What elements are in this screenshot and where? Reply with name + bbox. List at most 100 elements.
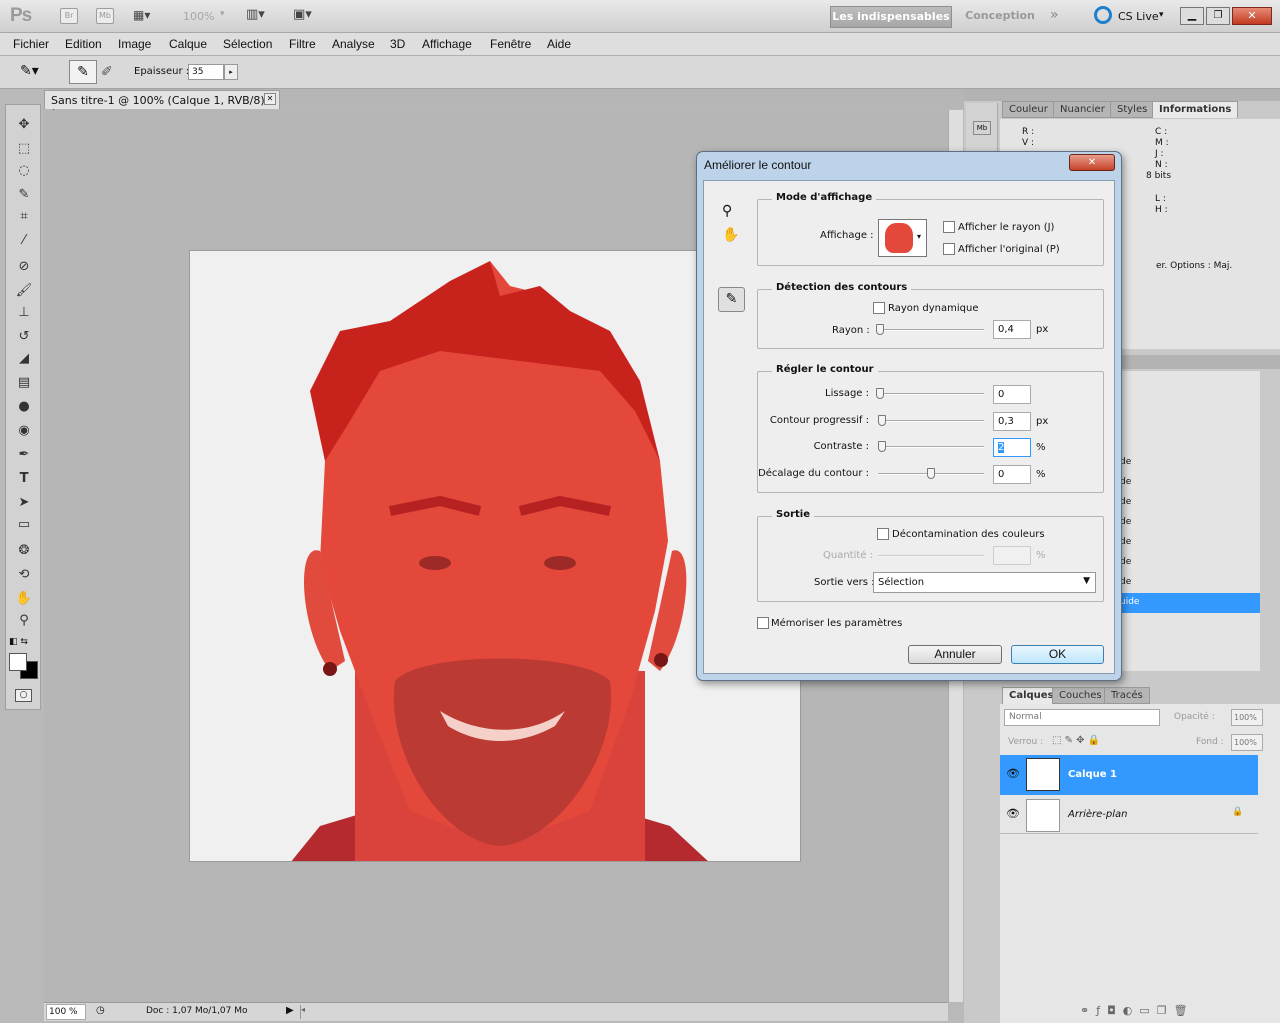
document-tab[interactable]: Sans titre-1 @ 100% (Calque 1, RVB/8) *	[44, 90, 280, 120]
clone-stamp-tool-icon[interactable]: ⊥	[14, 305, 34, 323]
epaisseur-slider-icon[interactable]: ▸	[224, 64, 238, 80]
healing-brush-tool-icon[interactable]: ⊘	[14, 259, 34, 277]
tab-couleur[interactable]: Couleur	[1002, 101, 1055, 118]
path-selection-tool-icon[interactable]: ➤	[14, 495, 34, 513]
menu-calque[interactable]: Calque	[169, 37, 207, 51]
show-radius-checkbox[interactable]	[943, 221, 955, 233]
layer-name[interactable]: Calque 1	[1068, 769, 1117, 780]
show-original-checkbox[interactable]	[943, 243, 955, 255]
menu-edition[interactable]: Edition	[65, 37, 102, 51]
menu-selection[interactable]: Sélection	[223, 37, 272, 51]
erase-refinements-tool-icon[interactable]: ✐	[101, 64, 113, 80]
move-tool-icon[interactable]: ✥	[14, 117, 34, 135]
contrast-input[interactable]: 2	[993, 438, 1031, 457]
feather-slider-track[interactable]	[878, 420, 984, 422]
view-extras-icon[interactable]: ▦▾	[133, 8, 165, 24]
menu-filtre[interactable]: Filtre	[289, 37, 316, 51]
cs-live-dropdown-icon[interactable]: ▾	[1159, 10, 1164, 20]
workspace-design-button[interactable]: Conception	[958, 6, 1042, 28]
layer-actions-icons[interactable]: ⚭ƒ◘◐▭❐🗑	[1080, 1004, 1195, 1017]
mini-bridge-panel-icon[interactable]: Mb	[973, 121, 991, 135]
crop-tool-icon[interactable]: ⌗	[14, 209, 34, 227]
rayon-slider-thumb[interactable]	[876, 324, 884, 335]
history-item[interactable]: de	[1120, 517, 1260, 527]
status-menu-arrow-icon[interactable]: ▶	[286, 1005, 294, 1016]
cs-live-icon[interactable]	[1094, 6, 1112, 24]
zoom-field[interactable]: 100 %	[46, 1004, 86, 1020]
history-item[interactable]: de	[1120, 497, 1260, 507]
gradient-tool-icon[interactable]: ▤	[14, 375, 34, 393]
eraser-tool-icon[interactable]: ◢	[14, 351, 34, 369]
menu-fichier[interactable]: Fichier	[13, 37, 49, 51]
dodge-tool-icon[interactable]: ◉	[14, 423, 34, 441]
dialog-close-icon[interactable]: ✕	[1069, 154, 1115, 171]
ok-button[interactable]: OK	[1011, 645, 1104, 664]
3d-rotate-tool-icon[interactable]: ❂	[14, 543, 34, 561]
hand-tool-icon[interactable]: ✋	[722, 227, 739, 243]
fill-input[interactable]: 100%	[1231, 734, 1263, 751]
workspace-essentials-button[interactable]: Les indispensables	[830, 6, 952, 28]
rayon-slider-track[interactable]	[878, 329, 984, 331]
menu-analyse[interactable]: Analyse	[332, 37, 375, 51]
pen-tool-icon[interactable]: ✒	[14, 447, 34, 465]
history-item[interactable]: de	[1120, 577, 1260, 587]
output-to-select[interactable]: Sélection ▼	[873, 572, 1096, 593]
history-item[interactable]: de	[1120, 477, 1260, 487]
visibility-eye-icon[interactable]: 👁	[1006, 767, 1020, 780]
tab-couches[interactable]: Couches	[1052, 687, 1109, 704]
menu-fenetre[interactable]: Fenêtre	[490, 37, 531, 51]
history-item-selected[interactable]: uide	[1120, 593, 1260, 613]
visibility-eye-icon[interactable]: 👁	[1006, 807, 1020, 820]
refine-radius-tool-icon[interactable]: ✎	[69, 60, 97, 84]
layer-name[interactable]: Arrière-plan	[1068, 809, 1127, 820]
tab-styles[interactable]: Styles	[1110, 101, 1155, 118]
rayon-input[interactable]: 0,4	[993, 320, 1031, 339]
horizontal-scrollbar[interactable]: ◂	[300, 1005, 944, 1019]
bridge-button[interactable]: Br	[60, 8, 78, 24]
layer-row[interactable]: 👁 Arrière-plan 🔒	[1000, 796, 1258, 834]
blend-mode-select[interactable]: Normal	[1004, 709, 1160, 726]
zoom-tool-icon[interactable]: ⚲	[14, 613, 34, 631]
menu-image[interactable]: Image	[118, 37, 151, 51]
hand-tool-icon[interactable]: ✋	[14, 591, 34, 609]
zoom-dropdown-icon[interactable]: ▾	[220, 9, 225, 19]
lissage-slider-thumb[interactable]	[876, 388, 884, 399]
lock-icons[interactable]: ⬚ ✎ ✥ 🔒	[1052, 735, 1100, 746]
cancel-button[interactable]: Annuler	[908, 645, 1002, 664]
quick-mask-icon[interactable]: ○	[15, 689, 32, 702]
zoom-tool-icon[interactable]: ⚲	[722, 203, 732, 219]
history-brush-tool-icon[interactable]: ↺	[14, 329, 34, 347]
3d-orbit-tool-icon[interactable]: ⟲	[14, 567, 34, 585]
contrast-slider-thumb[interactable]	[878, 441, 887, 452]
lissage-slider-track[interactable]	[878, 393, 984, 395]
remember-settings-checkbox[interactable]	[757, 617, 769, 629]
lasso-tool-icon[interactable]: ◌	[14, 163, 34, 181]
restore-icon[interactable]: ❐	[1206, 7, 1230, 25]
tab-nuancier[interactable]: Nuancier	[1053, 101, 1112, 118]
shift-edge-input[interactable]: 0	[993, 465, 1031, 484]
smart-radius-checkbox[interactable]	[873, 302, 885, 314]
shift-edge-slider-thumb[interactable]	[927, 468, 935, 479]
cs-live-menu[interactable]: CS Live	[1118, 10, 1159, 23]
view-mode-dropdown[interactable]: ▾	[878, 219, 927, 257]
menu-aide[interactable]: Aide	[547, 37, 571, 51]
quick-selection-tool-icon[interactable]: ✎	[14, 187, 34, 205]
epaisseur-input[interactable]: 35	[188, 64, 224, 80]
default-colors-icon[interactable]: ◧ ⇆	[9, 637, 28, 647]
status-icon[interactable]: ◷	[96, 1005, 105, 1016]
tab-informations[interactable]: Informations	[1152, 101, 1239, 118]
close-icon[interactable]: ✕	[1232, 7, 1272, 25]
arrange-documents-icon[interactable]: ▥▾	[246, 7, 265, 22]
document-close-icon[interactable]: ✕	[264, 93, 276, 105]
minimize-icon[interactable]: ▁	[1180, 7, 1204, 25]
lissage-input[interactable]: 0	[993, 385, 1031, 404]
mini-bridge-button[interactable]: Mb	[96, 8, 114, 24]
history-item[interactable]: de	[1120, 457, 1260, 467]
blur-tool-icon[interactable]: ●	[14, 399, 34, 417]
opacity-input[interactable]: 100%	[1231, 709, 1263, 726]
menu-3d[interactable]: 3D	[390, 37, 405, 51]
eyedropper-tool-icon[interactable]: ⁄	[14, 233, 34, 251]
contrast-slider-track[interactable]	[878, 446, 984, 448]
feather-input[interactable]: 0,3	[993, 412, 1031, 431]
history-item[interactable]: de	[1120, 557, 1260, 567]
